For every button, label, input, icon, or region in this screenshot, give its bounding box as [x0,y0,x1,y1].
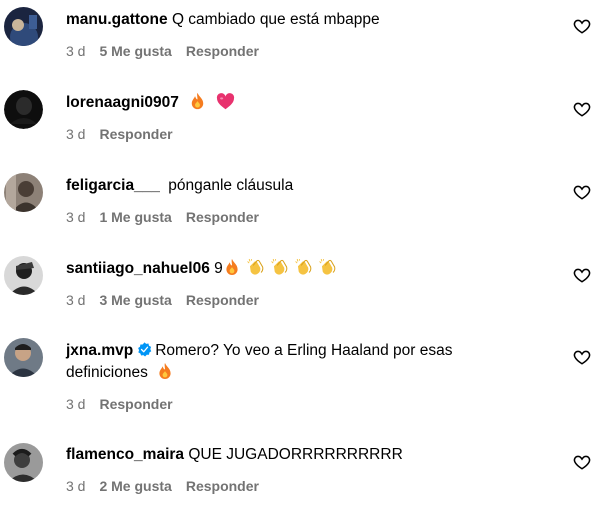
avatar[interactable] [4,256,43,295]
comment-meta: 3 d 2 Me gusta Responder [66,477,259,495]
like-heart-icon[interactable] [573,183,591,201]
comment-text-line: flamenco_maira QUE JUGADORRRRRRRRRR [66,444,403,466]
comment-body: 9 [214,260,223,277]
like-heart-icon[interactable] [573,17,591,35]
comment-meta: 3 d Responder [66,125,173,143]
avatar-image [4,90,43,129]
likes-count[interactable]: 3 Me gusta [99,291,171,309]
reply-button[interactable]: Responder [186,208,259,226]
like-heart-icon[interactable] [573,100,591,118]
comment-body: pónganle cláusula [168,177,294,194]
reply-button[interactable]: Responder [186,291,259,309]
avatar-image [4,7,43,46]
username-link[interactable]: lorenaagni0907 [66,94,179,111]
comment-timestamp[interactable]: 3 d [66,125,85,143]
comment-timestamp[interactable]: 3 d [66,291,85,309]
comment-timestamp[interactable]: 3 d [66,395,85,413]
comment-meta: 3 d 1 Me gusta Responder [66,208,259,226]
clapping-hands-emoji-icon [271,258,288,275]
clapping-hands-emoji-icon [295,258,312,275]
clapping-hands-emoji-icon [319,258,336,275]
username-link[interactable]: feligarcia___ [66,177,160,194]
reply-button[interactable]: Responder [99,395,172,413]
avatar-image [4,173,43,212]
comment-list: manu.gattone Q cambiado que está mbappe … [0,0,597,505]
likes-count[interactable]: 1 Me gusta [99,208,171,226]
clapping-hands-emoji-icon [247,258,264,275]
reply-button[interactable]: Responder [186,477,259,495]
comment-text-line: feligarcia___ pónganle cláusula [66,175,293,197]
comment-meta: 3 d 5 Me gusta Responder [66,42,259,60]
comment-text-line: definiciones [66,362,173,384]
like-heart-icon[interactable] [573,266,591,284]
reply-button[interactable]: Responder [99,125,172,143]
username-link[interactable]: flamenco_maira [66,446,184,463]
comment-body: Romero? Yo veo a Erling Haaland por esas [155,342,453,359]
pink-heart-emoji-icon [217,93,235,110]
avatar[interactable] [4,338,43,377]
reply-button[interactable]: Responder [186,42,259,60]
like-heart-icon[interactable] [573,348,591,366]
likes-count[interactable]: 2 Me gusta [99,477,171,495]
comment-text-line: lorenaagni0907 [66,92,235,114]
comment-text-line: manu.gattone Q cambiado que está mbappe [66,9,380,31]
comment-body: QUE JUGADORRRRRRRRRR [188,446,403,463]
comment-timestamp[interactable]: 3 d [66,42,85,60]
comment-text-line: santiiago_nahuel06 9 [66,258,337,280]
likes-count[interactable]: 5 Me gusta [99,42,171,60]
comment-body-continued: definiciones [66,364,148,381]
avatar[interactable] [4,443,43,482]
comment-text-line: jxna.mvp Romero? Yo veo a Erling Haaland… [66,340,452,362]
verified-badge-icon [138,342,152,357]
comment-meta: 3 d Responder [66,395,173,413]
fire-emoji-icon [226,259,238,275]
avatar[interactable] [4,173,43,212]
avatar-image [4,256,43,295]
avatar-image [4,443,43,482]
avatar[interactable] [4,7,43,46]
fire-emoji-icon [159,363,171,379]
username-link[interactable]: jxna.mvp [66,342,133,359]
avatar[interactable] [4,90,43,129]
comment-timestamp[interactable]: 3 d [66,208,85,226]
comment-timestamp[interactable]: 3 d [66,477,85,495]
comment-meta: 3 d 3 Me gusta Responder [66,291,259,309]
avatar-image [4,338,43,377]
comment-body: Q cambiado que está mbappe [171,11,380,28]
username-link[interactable]: manu.gattone [66,11,168,28]
fire-emoji-icon [191,92,204,110]
like-heart-icon[interactable] [573,453,591,471]
username-link[interactable]: santiiago_nahuel06 [66,260,210,277]
